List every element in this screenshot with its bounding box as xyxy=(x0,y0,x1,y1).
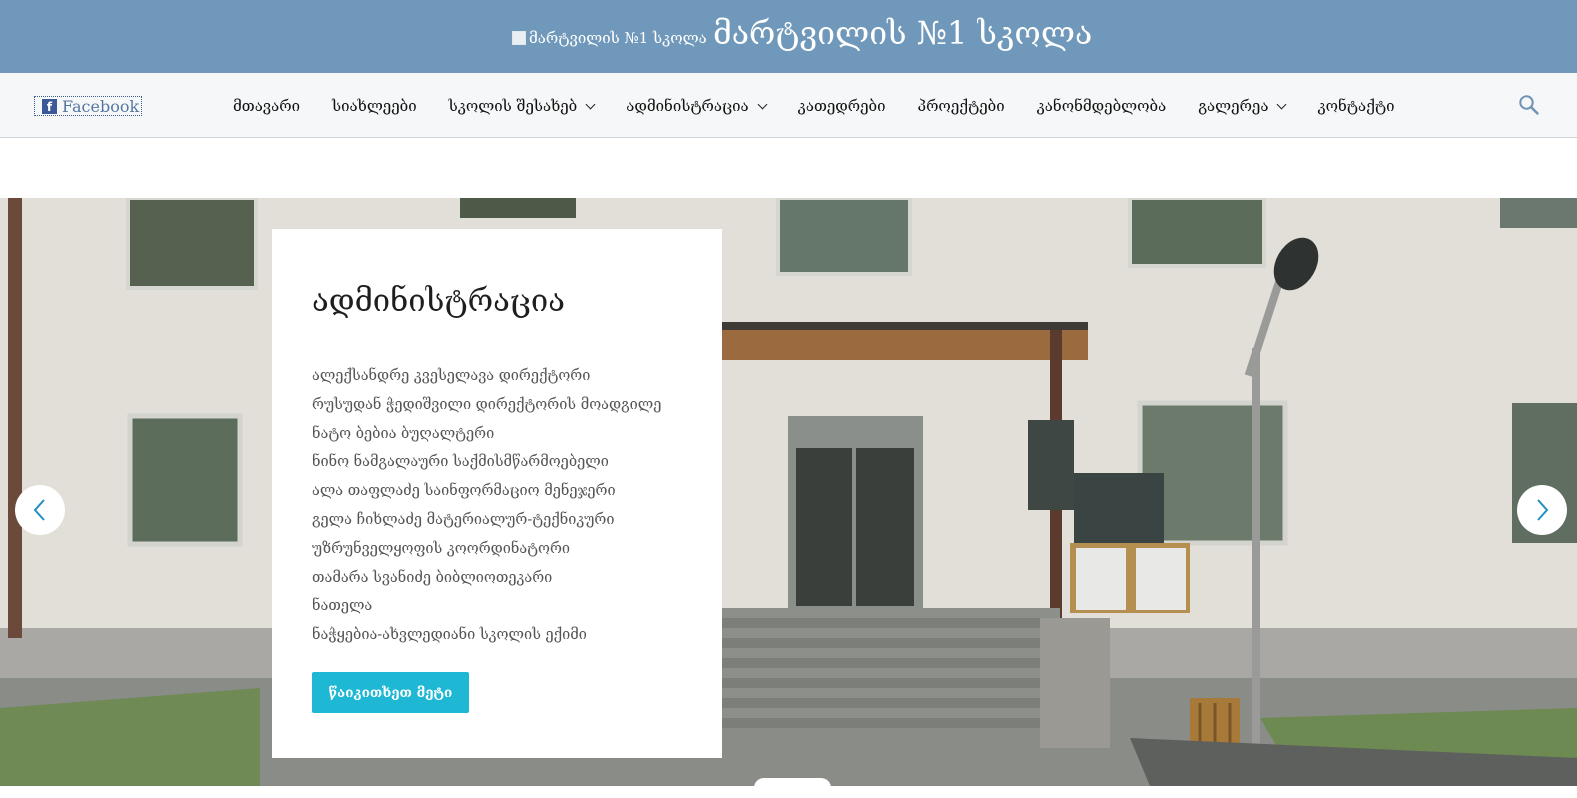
list-item: ნაჭყებია-ახვლედიანი სკოლის ექიმი xyxy=(312,627,587,644)
nav-item-departments[interactable]: კათედრები xyxy=(798,97,886,115)
list-item: რუსუდან ჭედიშვილი დირექტორის მოადგილე xyxy=(312,396,662,413)
school-building-photo xyxy=(0,198,1577,786)
hero-slider xyxy=(0,198,1577,786)
site-logo[interactable]: მარტვილის №1 სკოლა xyxy=(512,29,707,47)
search-icon[interactable] xyxy=(1518,94,1540,116)
logo-alt-text: მარტვილის №1 სკოლა xyxy=(529,29,707,47)
slide-title: ადმინისტრაცია xyxy=(312,283,565,319)
nav-item-about[interactable]: სკოლის შესახებ xyxy=(449,97,596,115)
nav-item-administration[interactable]: ადმინისტრაცია xyxy=(626,97,768,115)
nav-item-legislation[interactable]: კანონმდებლობა xyxy=(1037,97,1167,115)
staff-list: ალექსანდრე კვესელავა დირექტორი რუსუდან ჭ… xyxy=(312,366,661,654)
facebook-icon: f xyxy=(42,98,57,114)
nav-item-projects[interactable]: პროექტები xyxy=(918,97,1005,115)
slider-next-button[interactable] xyxy=(1517,485,1567,535)
slide-caption-card: ადმინისტრაცია ალექსანდრე კვესელავა დირექ… xyxy=(272,229,722,758)
list-item: თამარა სვანიძე ბიბლიოთეკარი xyxy=(312,569,553,586)
slider-pagination[interactable] xyxy=(754,778,831,798)
nav-item-contact[interactable]: კონტაქტი xyxy=(1317,97,1394,115)
chevron-right-icon xyxy=(1537,499,1549,521)
chevron-down-icon xyxy=(1277,99,1287,109)
nav-item-news[interactable]: სიახლეები xyxy=(332,97,417,115)
read-more-button[interactable]: წაიკითხეთ მეტი xyxy=(312,672,469,713)
list-item: ნინო ნამგალაური საქმისმწარმოებელი xyxy=(312,454,609,471)
site-header: მარტვილის №1 სკოლა მარტვილის №1 სკოლა xyxy=(0,0,1577,73)
chevron-down-icon xyxy=(585,99,596,109)
list-item: უზრუნველყოფის კოორდინატორი xyxy=(312,540,571,557)
site-title[interactable]: მარტვილის №1 სკოლა xyxy=(713,14,1092,52)
list-item: ნატო ბებია ბუღალტერი xyxy=(312,425,495,442)
nav-item-gallery[interactable]: გალერეა xyxy=(1198,97,1287,115)
chevron-left-icon xyxy=(33,499,45,521)
list-item: ალა თაფლაძე საინფორმაციო მენეჯერი xyxy=(312,483,616,500)
nav-item-home[interactable]: მთავარი xyxy=(233,97,300,115)
facebook-label: Facebook xyxy=(62,96,140,116)
list-item: გელა ჩიხლაძე მატერიალურ-ტექნიკური xyxy=(312,511,615,528)
facebook-link[interactable]: f Facebook xyxy=(34,96,142,116)
chevron-down-icon xyxy=(757,99,768,109)
slider-prev-button[interactable] xyxy=(15,485,65,535)
broken-image-icon xyxy=(512,31,526,45)
main-menu: მთავარი სიახლეები სკოლის შესახებ ადმინის… xyxy=(233,96,1395,116)
list-item: ალექსანდრე კვესელავა დირექტორი xyxy=(312,368,591,384)
list-item: ნათელა xyxy=(312,598,373,615)
